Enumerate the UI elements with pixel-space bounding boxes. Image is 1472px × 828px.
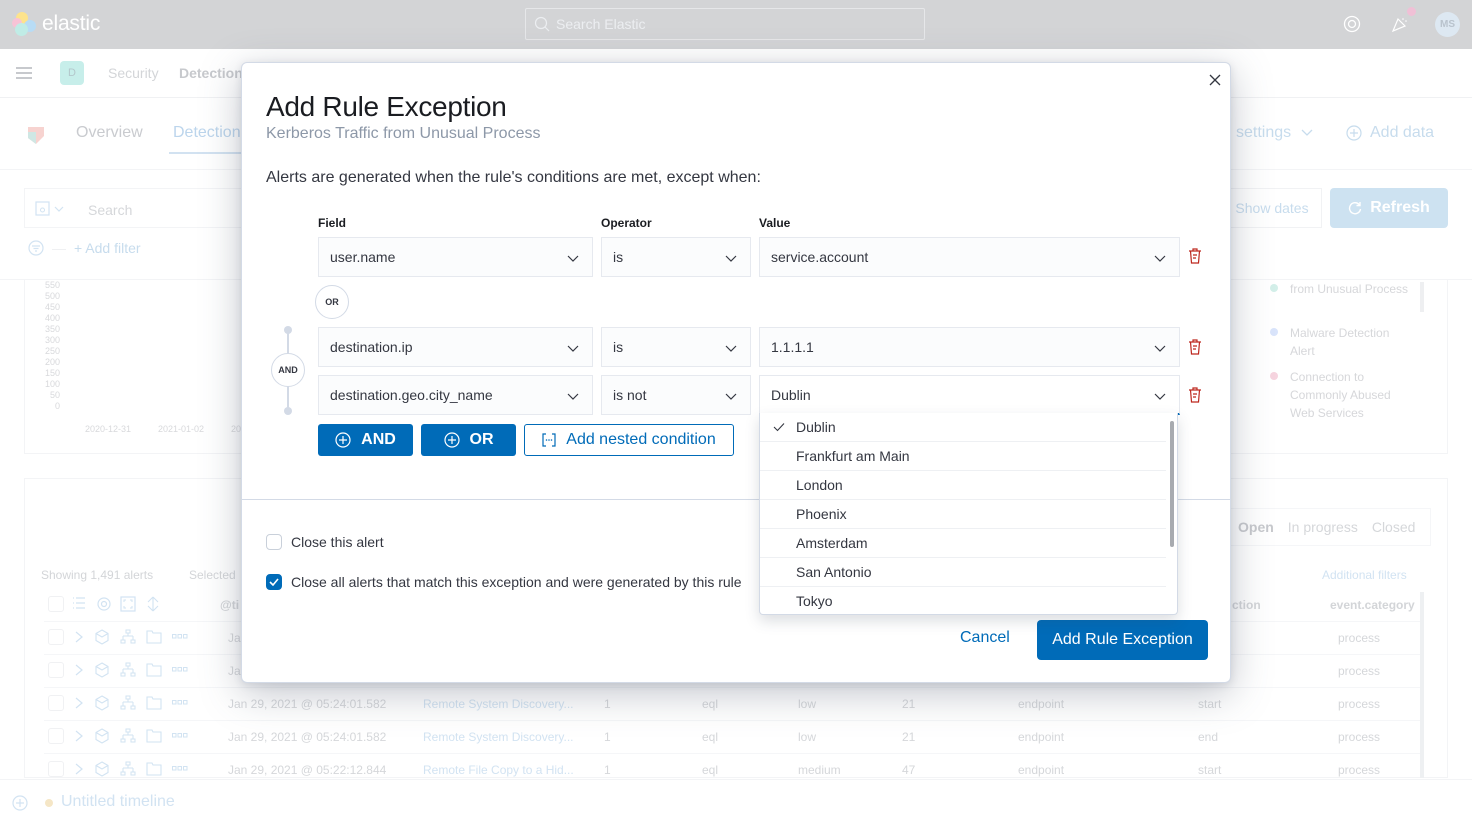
modal-title: Add Rule Exception [266, 91, 507, 122]
operator-value: is [613, 339, 624, 355]
value-combobox[interactable]: service.account [759, 237, 1180, 277]
value-option[interactable]: Dublin [760, 413, 1166, 442]
value-option[interactable]: Phoenix [760, 500, 1166, 529]
chevron-down-icon [725, 345, 737, 352]
operator-value: is [613, 249, 624, 265]
value-text: service.account [771, 249, 869, 265]
value-option[interactable]: London [760, 471, 1166, 500]
and-group-badge: AND [271, 353, 305, 387]
chevron-down-icon [725, 255, 737, 262]
news-feed-icon[interactable] [1388, 12, 1412, 36]
value-option-label: San Antonio [796, 564, 872, 580]
value-option-label: Frankfurt am Main [796, 448, 910, 464]
field-column-label: Field [318, 216, 347, 230]
add-and-button[interactable]: AND [318, 424, 413, 456]
close-all-alerts-option[interactable]: Close all alerts that match this excepti… [266, 574, 762, 590]
value-text: 1.1.1.1 [771, 339, 814, 355]
value-column-label: Value [759, 216, 791, 230]
field-value: destination.geo.city_name [330, 387, 493, 403]
field-combobox[interactable]: destination.ip [318, 327, 593, 367]
delete-entry-trash-icon[interactable] [1187, 386, 1203, 404]
and-connector-dot [284, 407, 292, 415]
plus-circle-icon [335, 432, 351, 448]
field-combobox[interactable]: user.name [318, 237, 593, 277]
add-nested-label: Add nested condition [566, 431, 716, 448]
user-avatar[interactable]: MS [1435, 12, 1460, 37]
elastic-logo-icon [12, 12, 36, 36]
value-option-label: Phoenix [796, 506, 847, 522]
chevron-down-icon [1154, 255, 1166, 262]
top-header-bar: elastic Search Elastic MS [0, 0, 1472, 49]
add-or-label: OR [469, 431, 494, 448]
add-or-button[interactable]: OR [421, 424, 516, 456]
chevron-down-icon [567, 393, 579, 400]
cancel-button[interactable]: Cancel [960, 629, 1010, 647]
close-this-alert-option[interactable]: Close this alert [266, 534, 384, 550]
value-option-label: Amsterdam [796, 535, 868, 551]
operator-combobox[interactable]: is not [601, 375, 751, 415]
value-option-label: Tokyo [796, 593, 833, 609]
help-icon[interactable] [1340, 12, 1364, 36]
delete-entry-trash-icon[interactable] [1187, 338, 1203, 356]
brand-name: elastic [42, 12, 101, 35]
nested-icon [542, 433, 556, 447]
close-modal-button[interactable] [1206, 71, 1224, 89]
value-option[interactable]: Tokyo [760, 587, 1166, 614]
modal-description: Alerts are generated when the rule's con… [266, 169, 761, 186]
chevron-down-icon [1154, 393, 1166, 400]
or-separator-badge: OR [315, 285, 349, 319]
close-this-alert-checkbox[interactable] [266, 534, 282, 550]
operator-column-label: Operator [601, 216, 652, 230]
operator-combobox[interactable]: is [601, 327, 751, 367]
and-connector-dot [284, 326, 292, 334]
add-nested-condition-button[interactable]: Add nested condition [524, 424, 734, 456]
close-all-alerts-label: Close all alerts that match this excepti… [291, 574, 742, 590]
field-value: user.name [330, 249, 396, 265]
value-option[interactable]: San Antonio [760, 558, 1166, 587]
field-combobox[interactable]: destination.geo.city_name [318, 375, 593, 415]
chevron-down-icon [725, 393, 737, 400]
value-option[interactable]: Frankfurt am Main [760, 442, 1166, 471]
check-icon [269, 578, 279, 586]
global-search-placeholder: Search Elastic [556, 16, 646, 32]
close-all-alerts-checkbox[interactable] [266, 574, 282, 590]
close-icon [1209, 74, 1221, 86]
delete-entry-trash-icon[interactable] [1187, 247, 1203, 265]
rule-name: Kerberos Traffic from Unusual Process [266, 125, 541, 142]
field-value: destination.ip [330, 339, 413, 355]
value-combobox[interactable]: 1.1.1.1 [759, 327, 1180, 367]
plus-circle-icon [443, 432, 460, 448]
value-option-label: London [796, 477, 843, 493]
search-icon [534, 16, 550, 32]
add-rule-exception-submit-button[interactable]: Add Rule Exception [1037, 620, 1208, 660]
chevron-down-icon [1154, 345, 1166, 352]
value-combobox-open[interactable]: Dublin [759, 375, 1180, 415]
operator-combobox[interactable]: is [601, 237, 751, 277]
value-text: Dublin [771, 386, 811, 403]
elastic-logo[interactable]: elastic [12, 12, 100, 36]
notification-dot [1407, 7, 1416, 16]
add-and-label: AND [361, 431, 396, 448]
value-options-listbox: Dublin Frankfurt am Main London Phoenix Amst… [759, 413, 1178, 615]
operator-value: is not [613, 387, 647, 403]
chevron-down-icon [567, 345, 579, 352]
chevron-down-icon [567, 255, 579, 262]
listbox-scrollbar[interactable] [1170, 421, 1174, 547]
global-search-input[interactable]: Search Elastic [525, 8, 925, 40]
value-option[interactable]: Amsterdam [760, 529, 1166, 558]
value-option-label: Dublin [796, 419, 836, 435]
check-icon [773, 423, 785, 432]
close-this-alert-label: Close this alert [291, 534, 384, 550]
